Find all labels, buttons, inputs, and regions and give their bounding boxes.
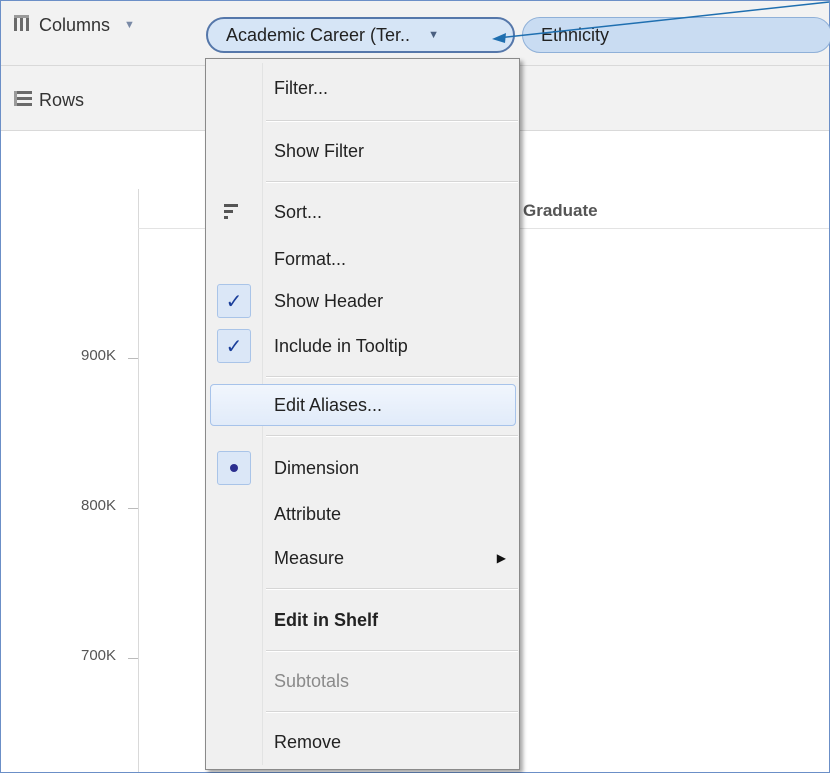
- y-tick-mark: [128, 508, 138, 509]
- menu-item-attribute[interactable]: Attribute: [264, 493, 524, 535]
- y-tick-label: 700K: [81, 647, 117, 664]
- menu-item-include-in-tooltip[interactable]: Include in Tooltip: [264, 325, 524, 367]
- checkmark-icon: ✓: [217, 284, 251, 318]
- menu-item-subtotals: Subtotals: [274, 670, 350, 691]
- menu-item-filter[interactable]: Filter...: [264, 67, 524, 109]
- y-tick-mark: [128, 658, 138, 659]
- menu-separator: [266, 376, 518, 378]
- y-tick-label: 800K: [81, 497, 117, 514]
- rows-label: Rows: [39, 89, 85, 110]
- menu-item-show-filter[interactable]: Show Filter: [264, 130, 524, 172]
- menu-item-remove[interactable]: Remove: [264, 721, 524, 763]
- menu-separator: [266, 181, 518, 183]
- menu-item-edit-aliases[interactable]: Edit Aliases...: [264, 384, 524, 426]
- menu-item-sort[interactable]: Sort...: [264, 191, 524, 233]
- y-tick-label: 900K: [81, 347, 117, 364]
- pill-context-menu: Filter... Show Filter Sort... Format... …: [205, 58, 520, 770]
- menu-item-measure[interactable]: Measure ▶: [264, 537, 524, 579]
- y-axis-line: [138, 189, 139, 772]
- sort-icon: [223, 202, 241, 225]
- rows-list-icon: [13, 89, 33, 112]
- submenu-arrow-icon: ▶: [496, 551, 506, 565]
- menu-item-edit-in-shelf[interactable]: Edit in Shelf: [264, 599, 524, 641]
- menu-separator: [266, 711, 518, 713]
- menu-item-format[interactable]: Format...: [264, 238, 524, 280]
- menu-separator: [266, 650, 518, 652]
- checkmark-icon: ✓: [217, 329, 251, 363]
- radio-selected-icon: [217, 451, 251, 485]
- rows-shelf-label-group: Rows: [13, 86, 84, 114]
- y-tick-mark: [128, 358, 138, 359]
- column-header-graduate[interactable]: Graduate: [523, 201, 598, 221]
- menu-separator: [266, 588, 518, 590]
- menu-separator: [266, 120, 518, 122]
- menu-item-measure-label: Measure: [274, 547, 345, 568]
- menu-item-dimension[interactable]: Dimension: [264, 447, 524, 489]
- menu-separator: [266, 435, 518, 437]
- menu-item-show-header[interactable]: Show Header: [264, 280, 524, 322]
